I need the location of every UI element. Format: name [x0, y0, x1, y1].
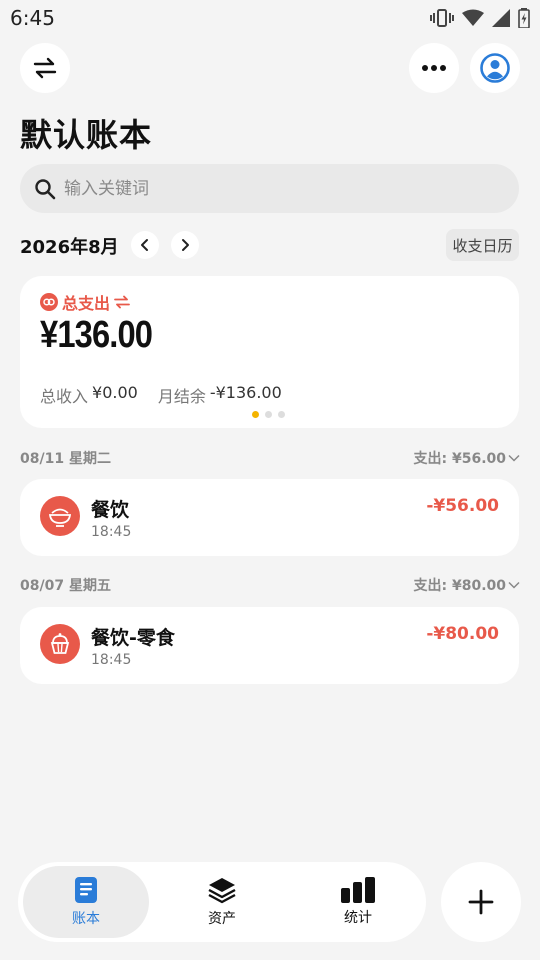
- day-total: 支出: ¥56.00: [413, 451, 507, 467]
- nav-label: 统计: [344, 910, 372, 926]
- transaction-time: 18:45: [91, 652, 132, 668]
- profile-button[interactable]: [470, 43, 520, 93]
- swap-arrows-icon: [33, 57, 57, 79]
- chevron-right-icon: [182, 239, 189, 251]
- transaction-category: 餐饮: [91, 499, 130, 521]
- day-total-toggle[interactable]: 支出: ¥56.00: [414, 448, 521, 468]
- rice-bowl-icon: [48, 508, 72, 527]
- transaction-category: 餐饮-零食: [91, 627, 175, 649]
- day-total-toggle[interactable]: 支出: ¥80.00: [414, 575, 521, 595]
- transaction-item[interactable]: 餐饮 18:45 -¥56.00: [20, 479, 519, 556]
- swap-icon: [114, 295, 130, 309]
- summary-card[interactable]: 总支出 ¥136.00 总收入 ¥0.00 月结余 -¥136.00: [20, 276, 519, 428]
- category-icon: [40, 496, 80, 536]
- page-dot: [278, 411, 285, 418]
- income-expense-calendar-button[interactable]: 收支日历: [446, 229, 519, 261]
- page-title: 默认账本: [20, 116, 153, 154]
- day-header-date: 08/07 星期五: [20, 578, 111, 594]
- day-total: 支出: ¥80.00: [413, 578, 507, 594]
- user-avatar-icon: [480, 53, 510, 83]
- more-button[interactable]: [409, 43, 459, 93]
- transaction-amount: -¥56.00: [426, 496, 499, 516]
- summary-details: 总收入 ¥0.00 月结余 -¥136.00: [40, 383, 282, 407]
- prev-month-button[interactable]: [131, 231, 159, 259]
- page-dot: [252, 411, 259, 418]
- transaction-time: 18:45: [91, 524, 132, 540]
- status-bar: 6:45: [0, 0, 540, 36]
- transaction-amount: -¥80.00: [426, 624, 499, 644]
- search-input[interactable]: [64, 178, 484, 199]
- search-icon: [35, 178, 56, 199]
- search-bar[interactable]: [20, 164, 519, 213]
- balance-value: -¥136.00: [209, 383, 282, 402]
- chevron-down-icon: [508, 581, 520, 589]
- layers-icon: [208, 878, 236, 904]
- chevron-left-icon: [141, 239, 148, 251]
- chevron-down-icon: [508, 454, 520, 462]
- month-label: 2026年8月: [20, 237, 119, 258]
- summary-label: 总支出: [62, 294, 111, 313]
- plus-icon: [468, 889, 494, 915]
- book-icon: [75, 877, 97, 903]
- bar-chart-icon: [341, 877, 375, 903]
- nav-label: 账本: [72, 911, 100, 927]
- nav-item-statistics[interactable]: 统计: [295, 866, 421, 938]
- category-icon: [40, 624, 80, 664]
- status-icons: [430, 6, 530, 30]
- cupcake-icon: [50, 633, 70, 654]
- summary-type-toggle[interactable]: 总支出: [40, 290, 130, 314]
- vibrate-icon: [430, 9, 454, 27]
- nav-item-assets[interactable]: 资产: [159, 866, 285, 938]
- more-dots-icon: [422, 65, 446, 71]
- expense-badge-icon: [40, 293, 58, 311]
- nav-item-ledger[interactable]: 账本: [23, 866, 149, 938]
- page-dot: [265, 411, 272, 418]
- summary-amount: ¥136.00: [40, 314, 153, 356]
- day-header-date: 08/11 星期二: [20, 451, 111, 467]
- income-label: 总收入: [40, 387, 89, 406]
- battery-icon: [518, 8, 530, 28]
- add-record-button[interactable]: [441, 862, 521, 942]
- status-time: 6:45: [10, 6, 55, 30]
- switch-ledger-button[interactable]: [20, 43, 70, 93]
- transaction-item[interactable]: 餐饮-零食 18:45 -¥80.00: [20, 607, 519, 684]
- next-month-button[interactable]: [171, 231, 199, 259]
- balance-label: 月结余: [157, 387, 206, 406]
- nav-label: 资产: [208, 911, 236, 927]
- signal-icon: [492, 9, 510, 27]
- bottom-nav: 账本 资产 统计: [18, 862, 426, 942]
- summary-page-indicator: [252, 411, 285, 418]
- wifi-icon: [462, 9, 484, 26]
- income-value: ¥0.00: [92, 383, 138, 402]
